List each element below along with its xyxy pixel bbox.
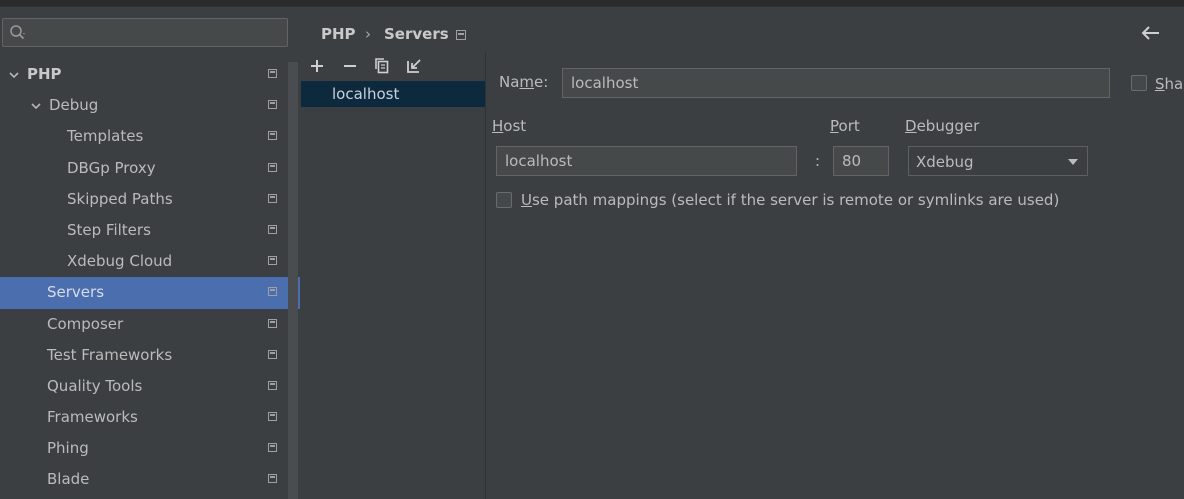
settings-sidebar: PHP Debug Templates DBGp Proxy Skipped Paths…	[0, 7, 300, 499]
shared-label: Shared	[1155, 75, 1184, 93]
sidebar-item-label: DBGp Proxy	[67, 158, 156, 177]
sidebar-item-label: Step Filters	[67, 220, 151, 239]
project-scope-icon	[268, 349, 277, 359]
sidebar-item-debug[interactable]: Debug	[0, 90, 288, 121]
port-field[interactable]: 80	[833, 146, 889, 176]
project-scope-icon	[268, 287, 277, 297]
project-scope-icon	[268, 100, 277, 110]
breadcrumb-current: Servers	[384, 25, 449, 43]
import-icon[interactable]	[404, 56, 424, 76]
breadcrumb-separator-icon: ›	[365, 25, 371, 43]
sidebar-item-phing[interactable]: Phing	[0, 433, 288, 464]
dropdown-arrow-icon	[1068, 159, 1078, 165]
project-scope-icon	[268, 224, 277, 234]
sidebar-item-label: PHP	[27, 65, 62, 83]
name-field[interactable]: localhost	[562, 68, 1110, 98]
project-scope-icon	[456, 30, 466, 40]
remove-icon[interactable]	[340, 56, 360, 76]
shared-checkbox[interactable]	[1131, 75, 1147, 91]
debugger-select[interactable]: Xdebug	[908, 146, 1088, 176]
host-port-separator: :	[815, 152, 821, 170]
sidebar-item-label: Composer	[47, 314, 124, 333]
project-scope-icon	[268, 193, 277, 203]
host-field[interactable]: localhost	[496, 146, 797, 176]
sidebar-item-label: Skipped Paths	[67, 189, 173, 208]
project-scope-icon	[268, 318, 277, 328]
project-scope-icon	[268, 131, 277, 141]
sidebar-item-label: Quality Tools	[47, 376, 143, 395]
sidebar-item-label: Debug	[49, 96, 99, 115]
search-input[interactable]	[2, 18, 288, 47]
sidebar-item-step-filters[interactable]: Step Filters	[0, 215, 288, 246]
project-scope-icon	[268, 69, 277, 78]
sidebar-item-label: Xdebug Cloud	[67, 252, 173, 271]
add-icon[interactable]	[307, 56, 327, 76]
host-field-value: localhost	[505, 152, 573, 170]
settings-tree: PHP Debug Templates DBGp Proxy Skipped Paths…	[0, 59, 300, 496]
sidebar-item-label: Test Frameworks	[47, 345, 173, 364]
name-label: Name:	[499, 73, 549, 91]
sidebar-item-label: Blade	[47, 470, 90, 489]
sidebar-item-label: Templates	[67, 127, 144, 146]
sidebar-item-servers[interactable]: Servers	[0, 277, 300, 309]
server-list-item-label: localhost	[332, 85, 400, 103]
project-scope-icon	[268, 256, 277, 266]
sidebar-item-skipped-paths[interactable]: Skipped Paths	[0, 184, 288, 215]
sidebar-item-label: Frameworks	[47, 408, 138, 427]
title-bar-edge	[0, 0, 1184, 7]
sidebar-item-xdebug-cloud[interactable]: Xdebug Cloud	[0, 246, 288, 277]
search-icon	[10, 25, 25, 40]
path-mappings-label: Use path mappings (select if the server …	[521, 191, 1060, 209]
project-scope-icon	[268, 474, 277, 484]
sidebar-item-label: Servers	[47, 283, 105, 302]
sidebar-item-composer[interactable]: Composer	[0, 309, 288, 340]
sidebar-scrollbar[interactable]	[288, 62, 298, 499]
sidebar-item-php[interactable]: PHP	[0, 59, 288, 90]
name-field-value: localhost	[571, 74, 639, 92]
project-scope-icon	[268, 412, 277, 422]
sidebar-item-frameworks[interactable]: Frameworks	[0, 402, 288, 433]
sidebar-item-dbgp-proxy[interactable]: DBGp Proxy	[0, 153, 288, 184]
servers-list-panel: localhost	[301, 52, 486, 499]
project-scope-icon	[268, 380, 277, 390]
sidebar-item-label: Phing	[47, 439, 89, 458]
sidebar-item-test-frameworks[interactable]: Test Frameworks	[0, 340, 288, 371]
breadcrumb-parent[interactable]: PHP	[321, 20, 356, 48]
host-label: Host	[492, 117, 527, 135]
chevron-down-icon[interactable]	[8, 59, 22, 90]
project-scope-icon	[268, 443, 277, 453]
port-label: Port	[830, 117, 860, 135]
sidebar-item-blade[interactable]: Blade	[0, 464, 288, 495]
back-arrow-icon[interactable]	[1140, 22, 1162, 44]
chevron-down-icon[interactable]	[30, 90, 44, 121]
debugger-select-value: Xdebug	[916, 153, 974, 171]
debugger-label: Debugger	[905, 117, 980, 135]
path-mappings-checkbox[interactable]	[496, 192, 512, 208]
project-scope-icon	[268, 162, 277, 172]
copy-icon[interactable]	[372, 56, 392, 76]
sidebar-item-templates[interactable]: Templates	[0, 121, 288, 152]
port-field-value: 80	[842, 152, 862, 170]
sidebar-item-quality-tools[interactable]: Quality Tools	[0, 371, 288, 402]
server-list-item[interactable]: localhost	[301, 81, 485, 107]
